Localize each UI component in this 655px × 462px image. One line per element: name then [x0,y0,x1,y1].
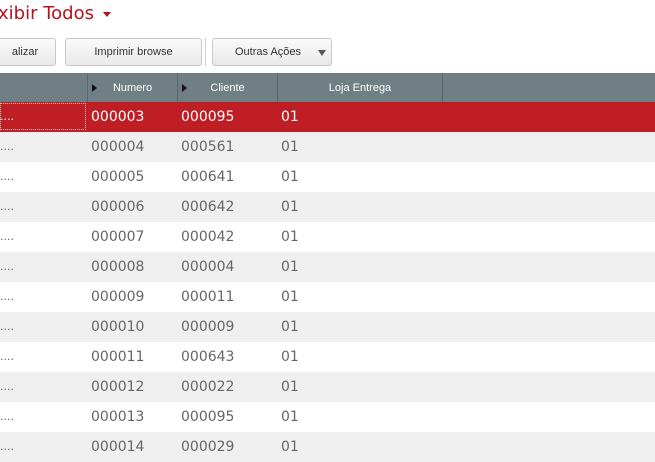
table-row[interactable]: .... 000014 000029 01 [0,432,655,462]
other-actions-button[interactable]: Outras Ações [212,38,332,66]
row-marker-cell[interactable]: .... [0,402,86,432]
numero-cell[interactable]: 000011 [91,342,144,372]
cliente-cell[interactable]: 000642 [181,192,234,222]
column-header-numero[interactable]: Numero [88,73,178,102]
table-row[interactable]: .... 000011 000643 01 [0,342,655,372]
view-title: xibir Todos [0,2,94,24]
print-browse-label: Imprimir browse [94,46,173,58]
column-header-cliente[interactable]: Cliente [178,73,278,102]
loja-entrega-cell[interactable]: 01 [281,402,299,432]
loja-entrega-cell[interactable]: 01 [281,432,299,462]
cliente-cell[interactable]: 000643 [181,342,234,372]
loja-entrega-cell[interactable]: 01 [281,252,299,282]
cliente-cell[interactable]: 000095 [181,402,234,432]
sort-arrow-icon [182,84,187,92]
numero-cell[interactable]: 000008 [91,252,144,282]
row-marker-cell[interactable]: .... [0,432,86,462]
focus-outline [0,103,86,130]
numero-cell[interactable]: 000003 [91,102,144,132]
dropdown-arrow-icon [318,50,326,56]
loja-entrega-cell[interactable]: 01 [281,282,299,312]
table-row[interactable]: .... 000005 000641 01 [0,162,655,192]
cliente-cell[interactable]: 000029 [181,432,234,462]
table-row[interactable]: .... 000007 000042 01 [0,222,655,252]
cliente-cell[interactable]: 000009 [181,312,234,342]
row-marker-cell[interactable]: .... [0,252,86,282]
print-browse-button[interactable]: Imprimir browse [65,38,202,66]
update-button[interactable]: alizar [0,38,56,66]
table-row[interactable]: .... 000012 000022 01 [0,372,655,402]
row-marker-cell[interactable]: .... [0,312,86,342]
numero-cell[interactable]: 000005 [91,162,144,192]
row-marker-cell[interactable]: .... [0,372,86,402]
column-header-0[interactable] [0,73,88,102]
update-button-label: alizar [11,46,39,58]
table-row[interactable]: .... 000013 000095 01 [0,402,655,432]
cliente-cell[interactable]: 000641 [181,162,234,192]
column-header-loja-entrega[interactable]: Loja Entrega [278,73,443,102]
table-row[interactable]: .... 000003 000095 01 [0,102,655,132]
loja-entrega-cell[interactable]: 01 [281,192,299,222]
row-marker-cell[interactable]: .... [0,162,86,192]
other-actions-label: Outras Ações [235,46,302,58]
numero-cell[interactable]: 000012 [91,372,144,402]
cliente-cell[interactable]: 000095 [181,102,234,132]
cliente-cell[interactable]: 000561 [181,132,234,162]
loja-entrega-cell[interactable]: 01 [281,312,299,342]
numero-cell[interactable]: 000010 [91,312,144,342]
grid-body: .... 000003 000095 01.... 000004 000561 01....… [0,102,655,462]
loja-entrega-cell[interactable]: 01 [281,132,299,162]
row-marker-cell[interactable]: .... [0,282,86,312]
filter-view-title[interactable]: xibir Todos [0,0,111,26]
table-row[interactable]: .... 000004 000561 01 [0,132,655,162]
numero-cell[interactable]: 000004 [91,132,144,162]
row-marker-cell[interactable]: .... [0,192,86,222]
toolbar-divider [205,38,206,66]
numero-cell[interactable]: 000014 [91,432,144,462]
table-row[interactable]: .... 000010 000009 01 [0,312,655,342]
row-marker-cell[interactable]: .... [0,222,86,252]
numero-cell[interactable]: 000007 [91,222,144,252]
chevron-down-icon[interactable] [102,11,111,17]
table-row[interactable]: .... 000009 000011 01 [0,282,655,312]
numero-cell[interactable]: 000013 [91,402,144,432]
row-marker-cell[interactable]: .... [0,132,86,162]
cliente-cell[interactable]: 000042 [181,222,234,252]
row-marker-cell[interactable]: .... [0,342,86,372]
loja-entrega-cell[interactable]: 01 [281,222,299,252]
cliente-cell[interactable]: 000022 [181,372,234,402]
grid-header: Numero Cliente Loja Entrega [0,73,655,102]
loja-entrega-cell[interactable]: 01 [281,372,299,402]
cliente-cell[interactable]: 000004 [181,252,234,282]
table-row[interactable]: .... 000006 000642 01 [0,192,655,222]
numero-cell[interactable]: 000006 [91,192,144,222]
loja-entrega-cell[interactable]: 01 [281,342,299,372]
sort-arrow-icon [92,84,97,92]
loja-entrega-cell[interactable]: 01 [281,162,299,192]
loja-entrega-cell[interactable]: 01 [281,102,299,132]
table-row[interactable]: .... 000008 000004 01 [0,252,655,282]
numero-cell[interactable]: 000009 [91,282,144,312]
cliente-cell[interactable]: 000011 [181,282,234,312]
